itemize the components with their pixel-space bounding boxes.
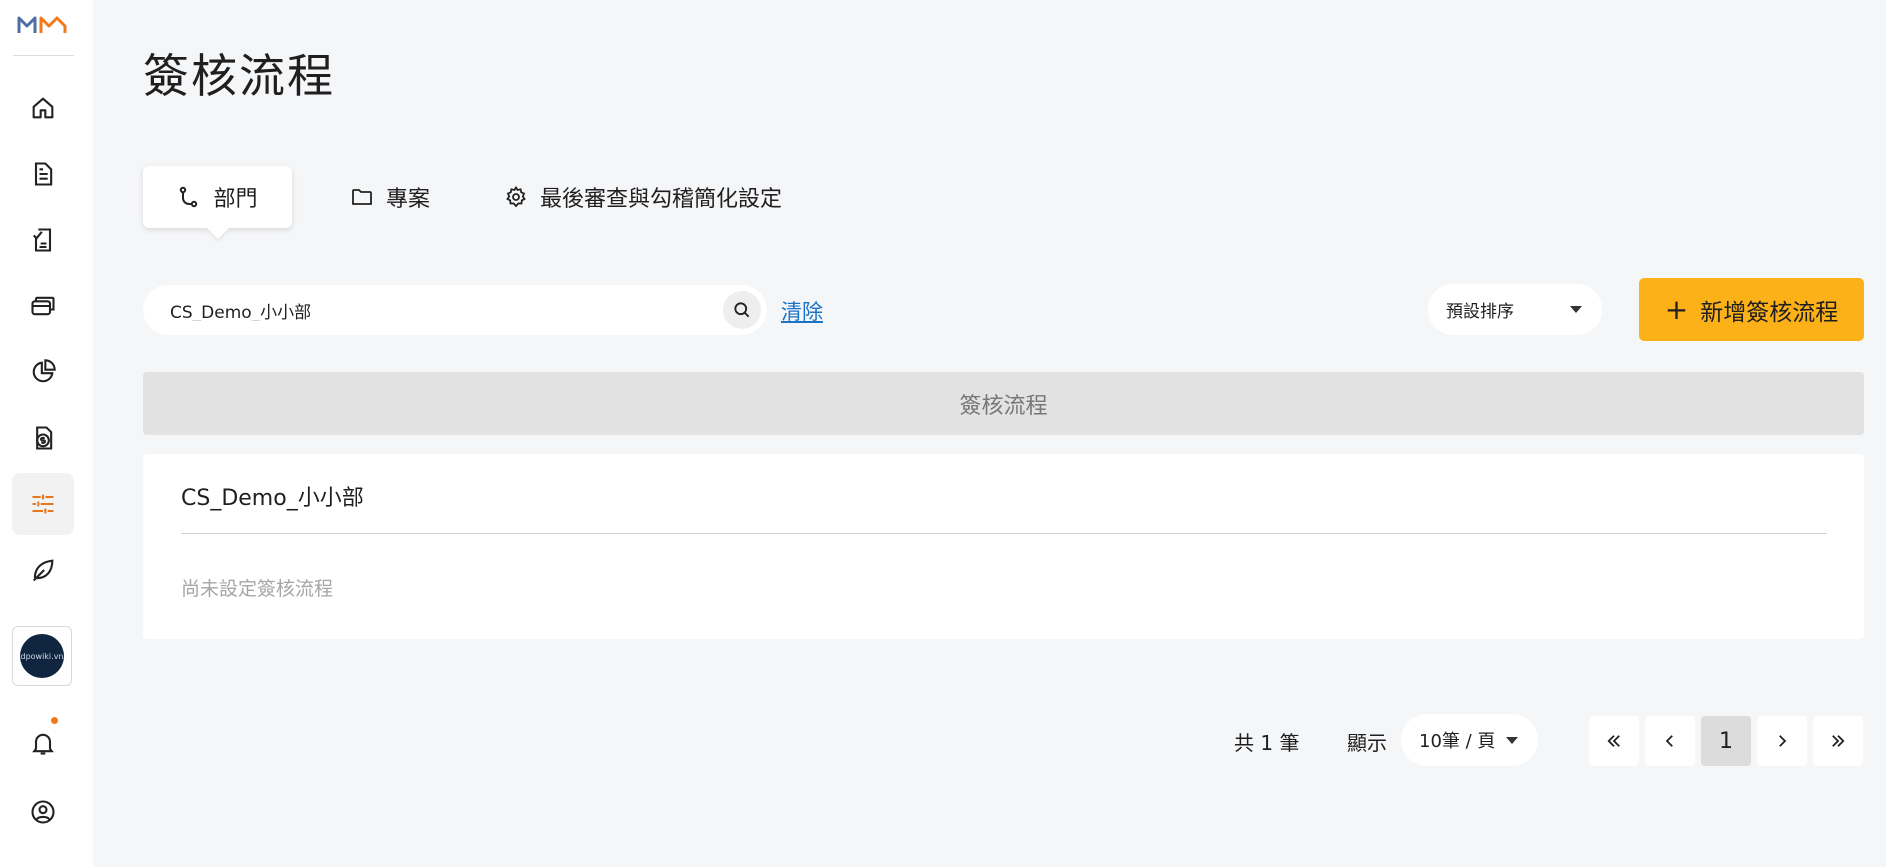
sliders-icon bbox=[32, 494, 54, 514]
total-count: 共 1 筆 bbox=[1234, 731, 1300, 755]
branch-icon bbox=[180, 186, 198, 208]
double-chevron-left-icon bbox=[1607, 735, 1620, 747]
tab-department[interactable]: 部門 bbox=[143, 166, 292, 228]
chevron-down-icon bbox=[1506, 737, 1518, 744]
last-page-button[interactable] bbox=[1813, 716, 1863, 766]
nav-documents[interactable] bbox=[12, 143, 74, 205]
previous-page-button[interactable] bbox=[1645, 716, 1695, 766]
notifications-button[interactable] bbox=[12, 712, 74, 774]
document-icon bbox=[34, 162, 53, 186]
chevron-right-icon bbox=[1779, 735, 1787, 747]
organization-logo: dpowiki.vn bbox=[20, 634, 64, 678]
home-icon bbox=[32, 97, 54, 119]
organization-avatar[interactable]: dpowiki.vn bbox=[12, 626, 72, 686]
sidebar-divider bbox=[13, 55, 74, 56]
table-row: CS_Demo_小小部 尚未設定簽核流程 bbox=[143, 454, 1864, 639]
nav-expenses[interactable] bbox=[12, 407, 74, 469]
search-button[interactable] bbox=[723, 291, 761, 329]
app-logo[interactable] bbox=[16, 12, 70, 36]
tab-label: 部門 bbox=[213, 187, 258, 212]
empty-flow-text: 尚未設定簽核流程 bbox=[181, 578, 334, 600]
bell-icon bbox=[32, 733, 54, 755]
next-page-button[interactable] bbox=[1757, 716, 1807, 766]
row-divider bbox=[181, 533, 1827, 534]
money-file-icon bbox=[36, 426, 53, 450]
tab-label: 專案 bbox=[386, 187, 431, 212]
checklist-icon bbox=[32, 228, 52, 252]
page-number-button[interactable]: 1 bbox=[1701, 716, 1751, 766]
page-size-select[interactable]: 10筆 / 頁 bbox=[1401, 714, 1538, 766]
leaf-icon bbox=[32, 559, 54, 582]
plus-icon: + bbox=[1664, 292, 1689, 326]
page-size-label: 顯示 bbox=[1347, 731, 1387, 755]
folder-icon bbox=[352, 189, 372, 205]
tab-label: 最後審查與勾稽簡化設定 bbox=[540, 187, 783, 212]
page-title: 簽核流程 bbox=[143, 49, 335, 103]
add-button-label: 新增簽核流程 bbox=[1700, 299, 1839, 326]
nav-cards[interactable] bbox=[12, 275, 74, 337]
nav-sustainability[interactable] bbox=[12, 539, 74, 601]
search-input[interactable] bbox=[168, 299, 723, 321]
chevron-down-icon bbox=[1570, 306, 1582, 313]
first-page-button[interactable] bbox=[1589, 716, 1639, 766]
account-button[interactable] bbox=[12, 781, 74, 843]
department-name: CS_Demo_小小部 bbox=[181, 486, 364, 511]
nav-approval-settings[interactable] bbox=[12, 473, 74, 535]
nav-reports[interactable] bbox=[12, 341, 74, 403]
nav-tasks[interactable] bbox=[12, 209, 74, 271]
search-icon bbox=[734, 302, 750, 318]
table-column-header: 簽核流程 bbox=[143, 372, 1864, 435]
double-chevron-right-icon bbox=[1832, 735, 1845, 747]
clear-search-link[interactable]: 清除 bbox=[781, 296, 823, 326]
tab-final-review-settings[interactable]: 最後審查與勾稽簡化設定 bbox=[504, 166, 782, 228]
add-approval-flow-button[interactable]: + 新增簽核流程 bbox=[1639, 278, 1864, 341]
tab-project[interactable]: 專案 bbox=[350, 166, 430, 228]
user-circle-icon bbox=[31, 800, 55, 824]
sort-select[interactable]: 預設排序 bbox=[1428, 284, 1602, 335]
pie-chart-icon bbox=[32, 359, 56, 383]
cards-icon bbox=[31, 296, 55, 316]
nav-home[interactable] bbox=[12, 77, 74, 139]
gear-icon bbox=[506, 185, 526, 208]
page-size-value: 10筆 / 頁 bbox=[1419, 731, 1496, 752]
notification-dot bbox=[51, 717, 58, 724]
search-box bbox=[143, 285, 767, 335]
sort-selected-value: 預設排序 bbox=[1446, 302, 1514, 322]
chevron-left-icon bbox=[1665, 735, 1673, 747]
sidebar: dpowiki.vn bbox=[0, 0, 93, 867]
